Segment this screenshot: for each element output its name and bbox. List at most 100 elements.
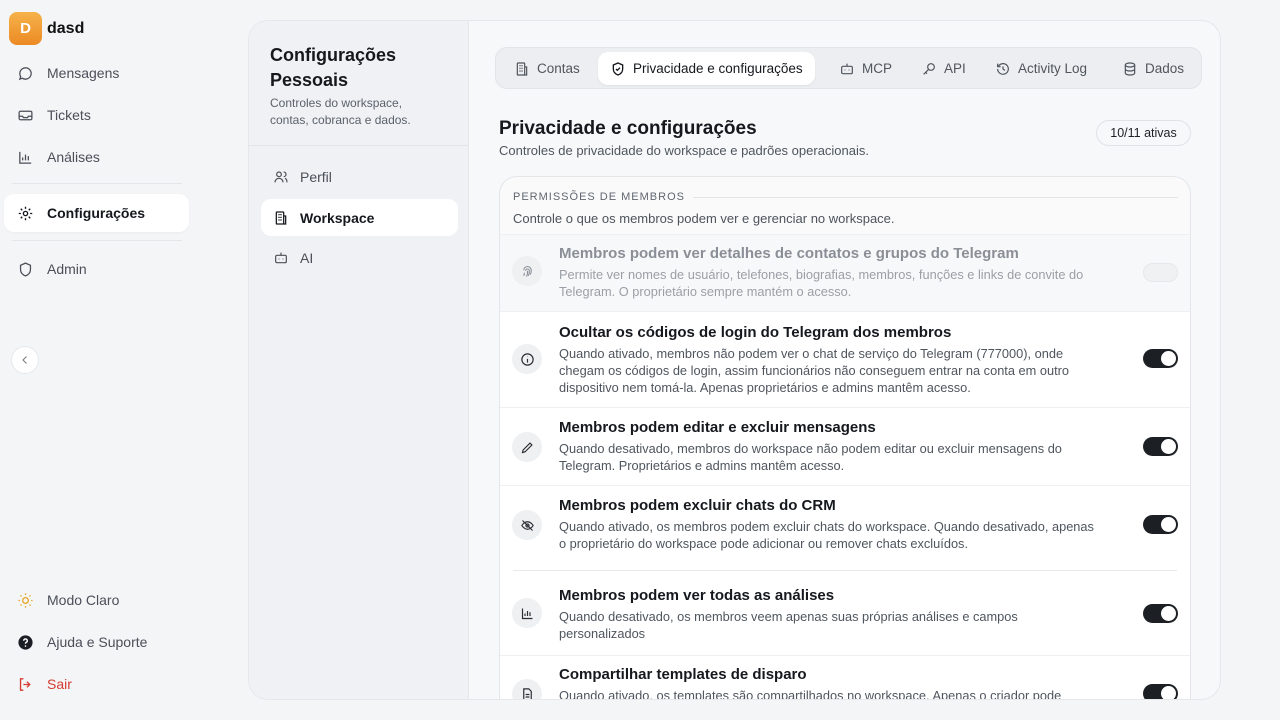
nav-label: Admin [47,261,87,277]
tab-dados[interactable]: Dados [1122,52,1184,85]
settings-tabs: Contas Privacidade e configurações MCP A… [495,47,1202,89]
settings-item-label: AI [300,249,314,266]
settings-item-perfil[interactable]: Perfil [261,158,458,195]
help-label: Ajuda e Suporte [47,634,148,650]
chart-icon [19,151,32,164]
permission-title: Membros podem editar e excluir mensagens [559,419,876,436]
nav-item-tickets[interactable]: Tickets [4,96,189,134]
settings-item-label: Perfil [300,168,332,185]
permission-description: Quando ativado, os membros podem excluir… [559,519,1094,551]
settings-description: Controles do workspace, contas, cobranca… [270,96,411,127]
permissions-heading: PERMISSÕES DE MEMBROS [513,191,685,203]
theme-label: Modo Claro [47,592,120,608]
nav-label: Tickets [47,107,91,123]
history-icon [997,62,1009,75]
building-icon [275,210,287,225]
permission-description: Quando desativado, os membros veem apena… [559,609,1018,641]
fingerprint-icon [512,256,542,286]
tab-label: Privacidade e configurações [633,61,803,76]
tab-activity-log[interactable]: Activity Log [995,52,1087,85]
bot-icon [275,252,287,263]
message-icon [18,66,32,80]
ticket-icon [18,110,33,120]
workspace-switcher[interactable]: D dasd [9,12,84,45]
settings-title: Configurações Pessoais [270,45,397,90]
settings-item-ai[interactable]: AI [261,239,458,276]
document-icon [512,679,542,699]
nav-divider [12,240,182,241]
permission-toggle[interactable] [1143,604,1178,623]
sun-icon [18,592,33,608]
tab-mcp[interactable]: MCP [839,52,892,85]
gear-icon [18,206,33,220]
settings-card: Configurações Pessoais Controles do work… [248,20,1221,700]
nav-label: Mensagens [47,65,120,81]
shield-icon [19,261,32,277]
logout-label: Sair [47,676,72,692]
nav-item-admin[interactable]: Admin [4,250,189,288]
settings-content: Contas Privacidade e configurações MCP A… [470,21,1220,700]
permissions-description: Controle o que os membros podem ver e ge… [513,211,895,226]
permission-toggle[interactable] [1143,684,1178,699]
permission-title: Membros podem ver detalhes de contatos e… [559,245,1019,262]
permission-description: Quando ativado, os templates são compart… [559,688,1062,700]
permission-row: Membros podem ver detalhes de contatos e… [500,234,1190,311]
tab-privacidade[interactable]: Privacidade e configurações [598,52,815,85]
tab-api[interactable]: API [921,52,966,85]
nav-item-mensagens[interactable]: Mensagens [4,54,189,92]
section-title: Privacidade e configurações [499,118,757,139]
tab-label: Activity Log [1018,61,1088,76]
logout-button[interactable]: Sair [4,665,189,703]
logout-icon [19,677,31,691]
pencil-icon [512,432,542,462]
nav-item-configuracoes[interactable]: Configurações [4,194,189,232]
nav-divider [12,183,182,184]
database-icon [1124,61,1136,76]
tab-contas[interactable]: Contas [514,52,580,85]
shield-check-icon [612,61,624,76]
help-icon [18,634,33,650]
chart-icon [512,598,542,628]
permission-description: Permite ver nomes de usuário, telefones,… [559,267,1084,299]
nav-label: Análises [47,149,100,165]
permission-toggle[interactable] [1143,515,1178,534]
nav-item-analises[interactable]: Análises [4,138,189,176]
active-count-badge: 10/11 ativas [1096,120,1191,146]
settings-nav: Configurações Pessoais Controles do work… [249,21,469,699]
app-sidebar: D dasd Mensagens Tickets Análises Config… [0,0,200,720]
settings-item-workspace[interactable]: Workspace [261,199,458,236]
workspace-name: dasd [47,19,85,37]
permission-row: Ocultar os códigos de login do Telegram … [500,311,1190,407]
permission-toggle[interactable] [1143,437,1178,456]
permission-toggle[interactable] [1143,263,1178,282]
permission-description: Quando desativado, membros do workspace … [559,441,1062,473]
bot-icon [841,63,853,74]
tab-label: API [944,61,966,76]
collapse-sidebar-button[interactable] [11,346,39,374]
users-icon [274,170,288,182]
member-permissions-card: PERMISSÕES DE MEMBROS Controle o que os … [499,176,1191,700]
row-divider [513,570,1177,571]
help-link[interactable]: Ajuda e Suporte [4,623,189,661]
workspace-avatar: D [9,12,42,45]
heading-divider [693,197,1178,198]
settings-item-label: Workspace [300,209,375,226]
key-icon [923,62,935,75]
info-icon [512,344,542,374]
theme-toggle[interactable]: Modo Claro [4,581,189,619]
permission-title: Ocultar os códigos de login do Telegram … [559,324,952,341]
tab-label: MCP [862,61,892,76]
settings-divider [249,145,469,146]
permission-row: Membros podem editar e excluir mensagens… [500,407,1190,485]
permission-title: Compartilhar templates de disparo [559,666,807,683]
tab-label: Contas [537,61,580,76]
permission-toggle[interactable] [1143,349,1178,368]
permission-row: Compartilhar templates de disparo Quando… [500,655,1190,700]
tab-label: Dados [1145,61,1185,76]
eye-off-icon [512,510,542,540]
permission-title: Membros podem ver todas as análises [559,587,835,604]
permission-description: Quando ativado, membros não podem ver o … [559,346,1070,395]
chevron-left-icon [22,356,27,364]
permission-row: Membros podem excluir chats do CRM Quand… [500,485,1190,575]
permission-title: Membros podem excluir chats do CRM [559,497,836,514]
